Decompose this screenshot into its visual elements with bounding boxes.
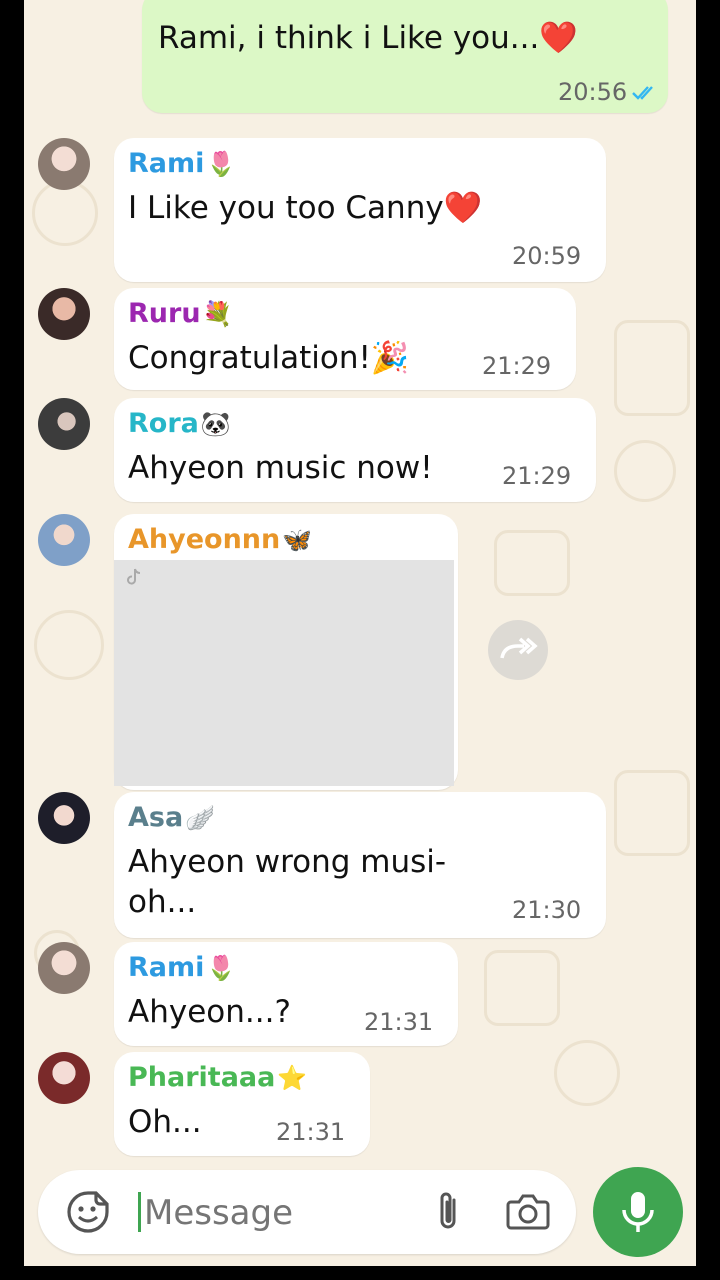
tiktok-icon	[127, 568, 141, 585]
sender-name: Rami🌷	[128, 148, 237, 179]
message-text: Ahyeon music now!	[128, 450, 433, 486]
message-time: 20:56	[558, 78, 628, 106]
message-composer	[38, 1170, 576, 1254]
forward-button[interactable]	[488, 620, 548, 680]
message-bubble[interactable]: Rami🌷 I Like you too Canny❤️ 20:59	[114, 138, 606, 282]
avatar[interactable]	[38, 792, 90, 844]
video-thumbnail[interactable]	[114, 560, 454, 786]
outgoing-message-bubble[interactable]: Rami, i think i Like you...❤️ 20:56	[142, 0, 668, 113]
message-bubble[interactable]: Rora🐼 Ahyeon music now! 21:29	[114, 398, 596, 502]
sender-name: Rora🐼	[128, 408, 231, 439]
media-message-bubble[interactable]: Ahyeonnn🦋	[114, 514, 458, 790]
message-bubble[interactable]: Asa🪽 Ahyeon wrong musi- oh... 21:30	[114, 792, 606, 938]
avatar[interactable]	[38, 288, 90, 340]
text-cursor	[138, 1192, 141, 1232]
sticker-icon[interactable]	[66, 1190, 110, 1234]
chat-screen: Rami, i think i Like you...❤️ 20:56 Rami…	[24, 0, 696, 1266]
forward-icon	[500, 637, 538, 659]
message-text-line-1: Ahyeon wrong musi-	[128, 844, 447, 880]
avatar[interactable]	[38, 398, 90, 450]
camera-icon[interactable]	[506, 1192, 550, 1232]
avatar[interactable]	[38, 514, 90, 566]
avatar[interactable]	[38, 138, 90, 190]
message-time: 20:59	[512, 242, 582, 270]
microphone-icon	[622, 1192, 654, 1232]
sender-name: Rami🌷	[128, 952, 237, 983]
message-bubble[interactable]: Rami🌷 Ahyeon...? 21:31	[114, 942, 458, 1046]
message-time: 21:29	[502, 462, 572, 490]
message-bubble[interactable]: Ruru💐 Congratulation!🎉 21:29	[114, 288, 576, 390]
sender-name: Ahyeonnn🦋	[128, 524, 313, 555]
avatar[interactable]	[38, 1052, 90, 1104]
message-input[interactable]	[142, 1186, 416, 1240]
message-text: I Like you too Canny❤️	[128, 190, 483, 226]
message-time: 21:31	[364, 1008, 434, 1036]
sender-name: Asa🪽	[128, 802, 216, 833]
message-text: Ahyeon...?	[128, 994, 291, 1030]
message-time: 21:29	[482, 352, 552, 380]
message-text-line-2: oh...	[128, 884, 197, 920]
voice-message-button[interactable]	[593, 1167, 683, 1257]
message-text: Rami, i think i Like you...❤️	[158, 20, 578, 56]
message-time: 21:31	[276, 1118, 346, 1146]
attach-icon[interactable]	[434, 1190, 464, 1234]
double-check-icon	[632, 86, 653, 100]
message-time: 21:30	[512, 896, 582, 924]
avatar[interactable]	[38, 942, 90, 994]
sender-name: Ruru💐	[128, 298, 233, 329]
message-text: Congratulation!🎉	[128, 340, 410, 376]
sender-name: Pharitaaa⭐	[128, 1062, 308, 1093]
message-text: Oh...	[128, 1104, 202, 1140]
message-bubble[interactable]: Pharitaaa⭐ Oh... 21:31	[114, 1052, 370, 1156]
